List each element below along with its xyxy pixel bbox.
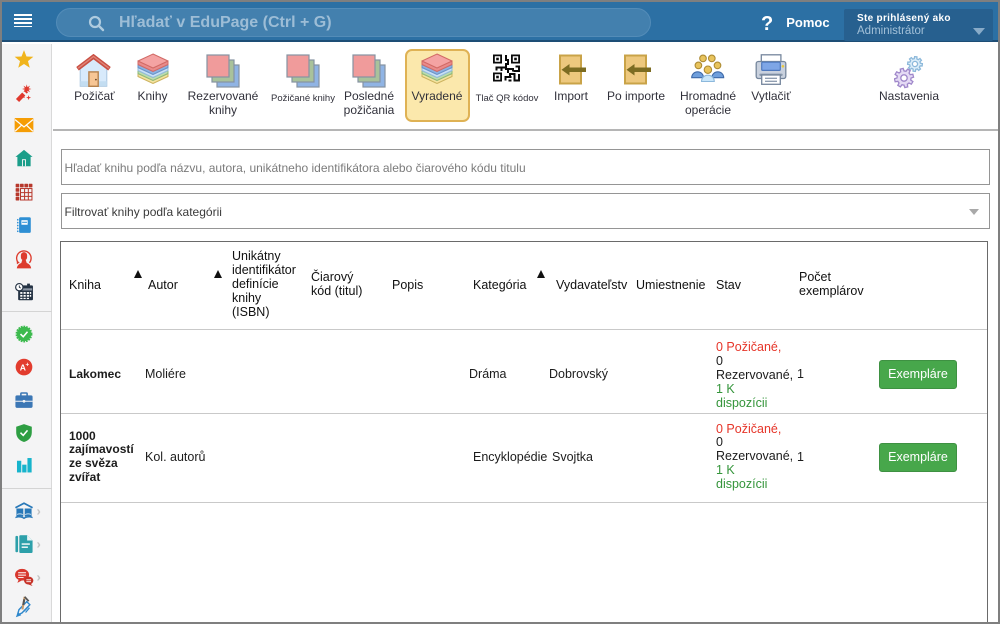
svg-text:+: + — [25, 362, 29, 369]
svg-text:A: A — [19, 363, 25, 373]
